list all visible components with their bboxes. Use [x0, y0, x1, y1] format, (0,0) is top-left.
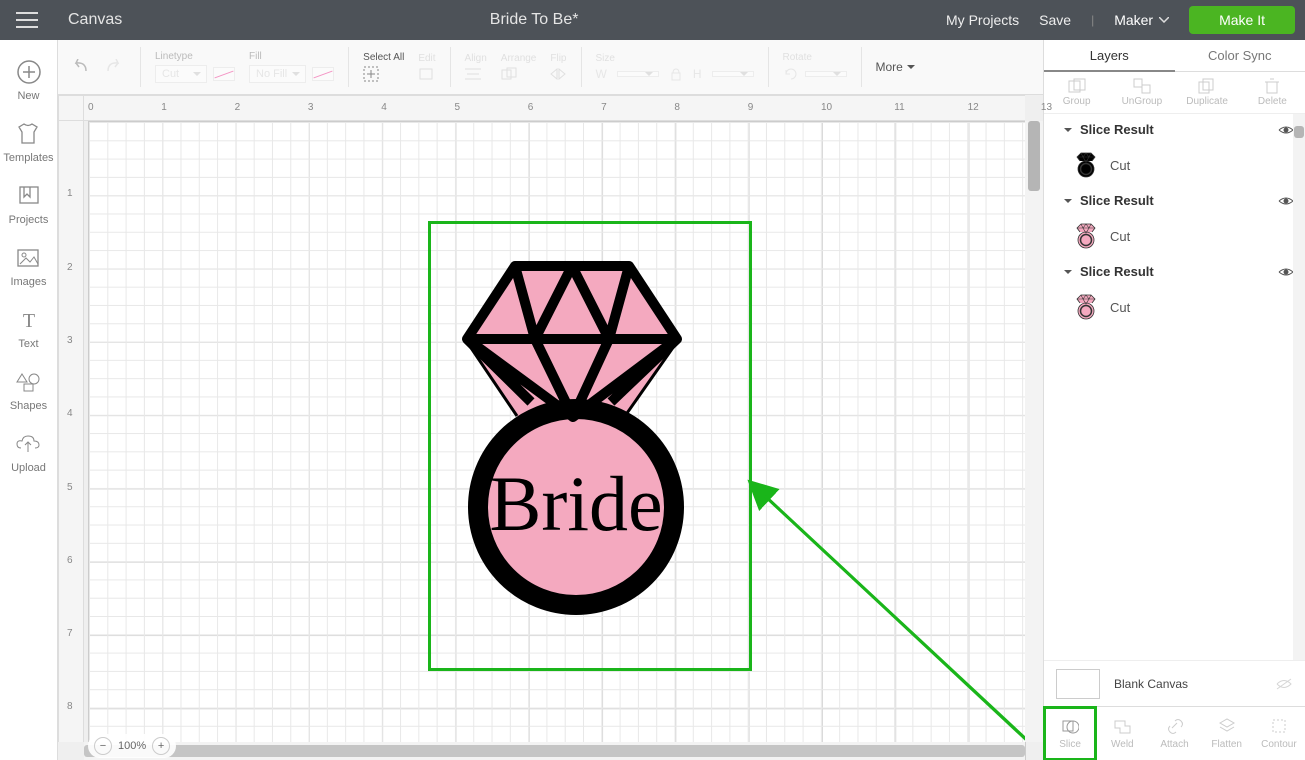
select-all-icon — [363, 66, 379, 82]
canvas-viewport[interactable]: Bride — [84, 121, 1025, 742]
flip-group[interactable]: Flip — [550, 53, 566, 81]
action-weld[interactable]: Weld — [1096, 707, 1148, 760]
bookmark-icon — [15, 182, 43, 210]
rotate-group[interactable]: Rotate — [783, 52, 847, 82]
canvas-object-bride-ring[interactable]: Bride — [453, 252, 713, 622]
trash-icon — [1265, 78, 1279, 96]
flatten-icon — [1218, 718, 1236, 736]
edit-group[interactable]: Edit — [418, 53, 435, 81]
layer-group-head[interactable]: Slice Result — [1044, 114, 1305, 145]
svg-text:T: T — [22, 310, 34, 331]
attach-icon — [1167, 718, 1183, 736]
action-slice[interactable]: Slice — [1044, 707, 1096, 760]
canvas-text-bride: Bride — [489, 460, 662, 547]
upload-icon — [14, 430, 42, 458]
linetype-group: Linetype Cut — [155, 51, 235, 83]
layer-group-head[interactable]: Slice Result — [1044, 185, 1305, 216]
undo-button[interactable] — [68, 56, 90, 78]
zoom-control: − 100% + — [88, 734, 176, 758]
layer-item[interactable]: Cut — [1044, 287, 1305, 327]
op-delete[interactable]: Delete — [1240, 72, 1305, 113]
action-attach[interactable]: Attach — [1148, 707, 1200, 760]
tool-templates[interactable]: Templates — [3, 114, 53, 170]
tool-new[interactable]: New — [15, 52, 43, 108]
more-dropdown[interactable]: More — [876, 60, 915, 74]
arrange-group[interactable]: Arrange — [501, 53, 537, 81]
shapes-icon — [15, 368, 43, 396]
size-w-input[interactable] — [617, 71, 659, 77]
layer-actions-bar: Slice Weld Attach Flatten Contour — [1044, 706, 1305, 760]
design-mat[interactable]: Bride — [88, 121, 1026, 760]
fill-swatch[interactable] — [312, 67, 334, 81]
tool-images[interactable]: Images — [10, 238, 46, 294]
right-panel: Layers Color Sync Group UnGroup Duplicat… — [1043, 40, 1305, 760]
linetype-swatch[interactable] — [213, 67, 235, 81]
fill-group: Fill No Fill — [249, 51, 334, 83]
layer-thumbnail-icon — [1072, 222, 1100, 250]
align-group[interactable]: Align — [465, 53, 487, 81]
save-button[interactable]: Save — [1039, 12, 1071, 28]
size-group: Size W H — [596, 53, 754, 81]
duplicate-icon — [1198, 78, 1216, 96]
plus-circle-icon — [15, 58, 43, 86]
layer-thumbnail-icon — [1072, 151, 1100, 179]
ruler-corner — [58, 95, 84, 121]
contour-icon — [1271, 718, 1287, 736]
layer-group-head[interactable]: Slice Result — [1044, 256, 1305, 287]
chevron-down-icon — [1159, 17, 1169, 23]
rotate-input[interactable] — [805, 71, 847, 77]
options-bar: Linetype Cut Fill No Fill Select All Edi… — [58, 40, 1043, 95]
my-projects-link[interactable]: My Projects — [946, 12, 1019, 28]
left-tool-rail: New Templates Projects Images T Text Sha… — [0, 40, 58, 760]
ruler-left: 123456789 — [58, 121, 84, 742]
layers-list: Slice ResultCutSlice ResultCutSlice Resu… — [1044, 114, 1305, 660]
app-title: Canvas — [54, 11, 122, 29]
tab-layers[interactable]: Layers — [1044, 40, 1175, 72]
size-h-input[interactable] — [712, 71, 754, 77]
ungroup-icon — [1133, 78, 1151, 96]
image-icon — [14, 244, 42, 272]
layer-item[interactable]: Cut — [1044, 216, 1305, 256]
hamburger-menu-icon[interactable] — [0, 0, 54, 40]
text-icon: T — [15, 306, 43, 334]
app-header: Canvas Bride To Be* My Projects Save | M… — [0, 0, 1305, 40]
weld-icon — [1113, 718, 1131, 736]
layer-operations-bar: Group UnGroup Duplicate Delete — [1044, 72, 1305, 114]
canvas-scrollbar-vertical[interactable] — [1025, 121, 1043, 742]
zoom-in-button[interactable]: + — [152, 737, 170, 755]
zoom-value: 100% — [118, 740, 146, 752]
hidden-eye-icon[interactable] — [1275, 677, 1293, 691]
ruler-top: 012345678910111213 — [84, 95, 1025, 121]
select-all-group[interactable]: Select All — [363, 52, 404, 82]
slice-icon — [1061, 718, 1079, 736]
tool-projects[interactable]: Projects — [9, 176, 49, 232]
linetype-select[interactable]: Cut — [155, 65, 207, 83]
layer-item[interactable]: Cut — [1044, 145, 1305, 185]
layer-thumbnail-icon — [1072, 293, 1100, 321]
redo-button[interactable] — [104, 56, 126, 78]
blank-canvas-label: Blank Canvas — [1114, 677, 1188, 691]
op-duplicate[interactable]: Duplicate — [1175, 72, 1240, 113]
tool-shapes[interactable]: Shapes — [10, 362, 47, 418]
lock-icon[interactable] — [669, 67, 683, 81]
layers-scrollbar[interactable] — [1293, 114, 1305, 660]
fill-select[interactable]: No Fill — [249, 65, 306, 83]
project-title: Bride To Be* — [122, 11, 946, 29]
tool-upload[interactable]: Upload — [11, 424, 46, 480]
mat-color-row: Blank Canvas — [1044, 660, 1305, 706]
tool-text[interactable]: T Text — [15, 300, 43, 356]
op-group[interactable]: Group — [1044, 72, 1109, 113]
zoom-out-button[interactable]: − — [94, 737, 112, 755]
make-it-button[interactable]: Make It — [1189, 6, 1295, 34]
mat-color-swatch[interactable] — [1056, 669, 1100, 699]
action-flatten[interactable]: Flatten — [1201, 707, 1253, 760]
machine-selector[interactable]: Maker — [1114, 12, 1169, 28]
op-ungroup[interactable]: UnGroup — [1109, 72, 1174, 113]
action-contour[interactable]: Contour — [1253, 707, 1305, 760]
group-icon — [1068, 78, 1086, 96]
canvas-scrollbar-horizontal[interactable] — [84, 742, 1025, 760]
tab-color-sync[interactable]: Color Sync — [1175, 40, 1305, 72]
tshirt-icon — [14, 120, 42, 148]
